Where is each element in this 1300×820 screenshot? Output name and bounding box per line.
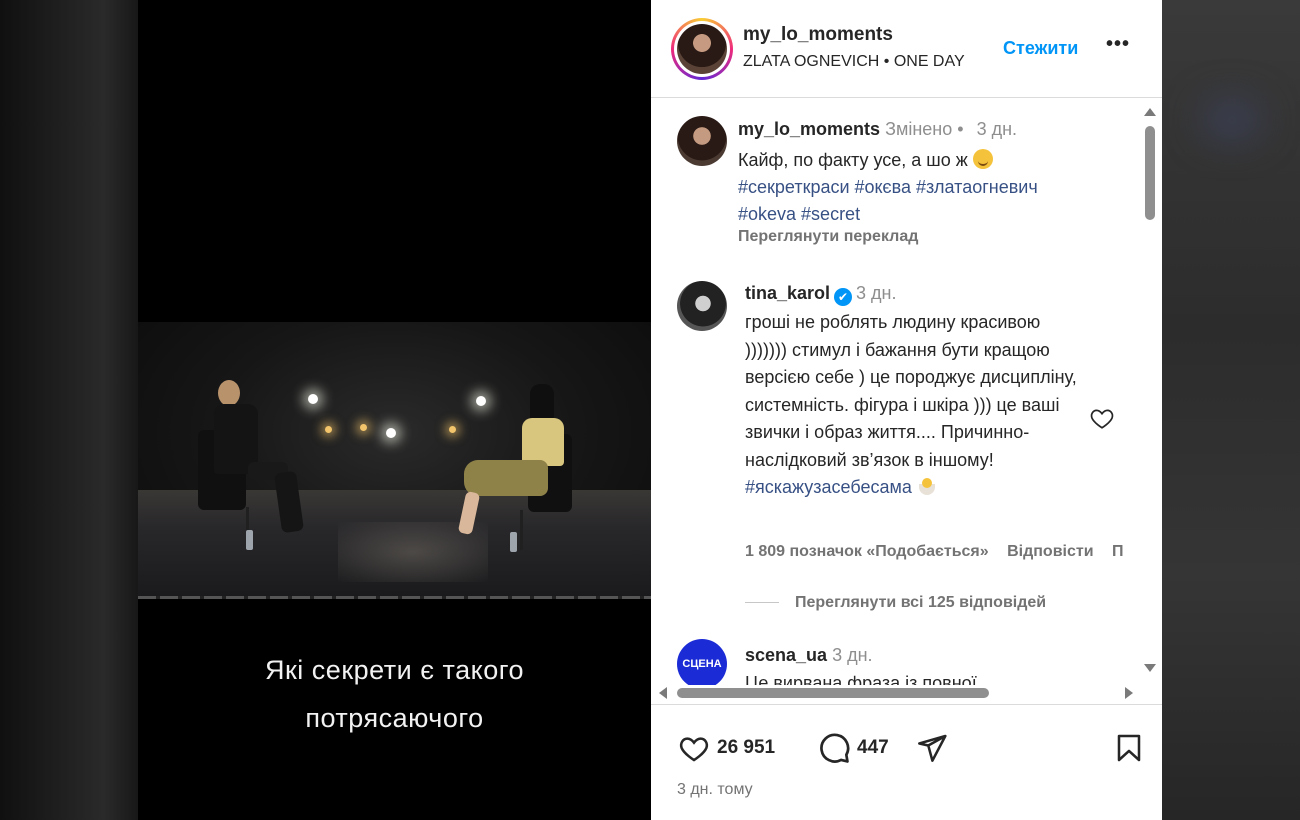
post-actions-bar: 26 951 447 3 дн. тому [651, 704, 1162, 820]
caption-text: Кайф, по факту усе, а шо ж [738, 150, 968, 170]
subtitle-line: Які секрети є такого [265, 655, 524, 685]
caption-hashtags[interactable]: #okeva #secret [738, 204, 860, 224]
share-action[interactable] [915, 731, 949, 765]
scroll-right-arrow-icon[interactable] [1125, 687, 1133, 699]
follow-button[interactable]: Стежити [1003, 38, 1078, 59]
comment-body: гроші не роблять людину красивою )))))))… [745, 312, 1077, 470]
verified-badge-icon: ✔ [834, 288, 853, 306]
caption-username[interactable]: my_lo_moments [738, 119, 880, 139]
water-bottle [510, 532, 517, 552]
smiling-face-emoji-icon [972, 149, 993, 169]
avatar-image [677, 24, 727, 74]
comment-username[interactable]: scena_ua [745, 645, 827, 665]
edited-label: Змінено [885, 119, 953, 139]
save-action[interactable] [1113, 731, 1145, 765]
separator-dot: • [957, 119, 964, 139]
post-header: my_lo_moments ZLATA OGNEVICH • ONE DAY С… [651, 0, 1162, 98]
post-side-panel: my_lo_moments ZLATA OGNEVICH • ONE DAY С… [651, 0, 1162, 820]
comment-header: scena_ua 3 дн. [745, 645, 873, 666]
reply-button[interactable]: Відповісти [1007, 543, 1093, 560]
caption-hashtags[interactable]: #секреткраси #окєва #златаогневич [738, 177, 1038, 197]
comments-section[interactable]: my_lo_moments Змінено • 3 дн. Кайф, по ф… [651, 99, 1162, 685]
heart-icon[interactable] [677, 732, 711, 764]
scroll-left-arrow-icon[interactable] [659, 687, 667, 699]
bookmark-icon[interactable] [1113, 731, 1145, 765]
comment-username[interactable]: tina_karol [745, 283, 830, 303]
scrollbar-thumb[interactable] [1145, 126, 1155, 220]
horizontal-scrollbar[interactable] [657, 685, 1141, 701]
comment-time[interactable]: 3 дн. [832, 645, 872, 665]
person-left-head [218, 380, 240, 406]
stage-light [476, 396, 486, 406]
share-paper-plane-icon[interactable] [915, 732, 949, 764]
background-blur [1202, 100, 1262, 140]
comment-text: Це вирвана фраза із повної [745, 673, 977, 685]
stage-light [386, 428, 396, 438]
page-backdrop-right [1162, 0, 1300, 820]
caption-avatar[interactable] [677, 116, 727, 166]
comment-action[interactable]: 447 [817, 731, 889, 765]
caption-text-block: Кайф, по факту усе, а шо ж #секреткраси … [738, 147, 1118, 228]
video-frame [138, 322, 651, 598]
stage-light [325, 426, 332, 433]
post-time-ago[interactable]: 3 дн. тому [677, 781, 753, 799]
vertical-scrollbar[interactable] [1142, 104, 1158, 678]
view-replies-button[interactable]: Переглянути всі 125 відповідей [745, 594, 1046, 612]
chair-leg [520, 510, 523, 550]
post-modal: Які секрети є такого потрясаючого my_lo_… [138, 0, 1162, 820]
post-media[interactable]: Які секрети є такого потрясаючого [138, 0, 651, 820]
like-action[interactable]: 26 951 [677, 731, 775, 765]
see-translation-button[interactable]: Переглянути переклад [738, 228, 918, 246]
comment-avatar[interactable]: СЦЕНА [677, 639, 727, 685]
comments-count[interactable]: 447 [857, 737, 889, 759]
replies-divider-line [745, 602, 779, 604]
comment-bubble-icon[interactable] [817, 731, 851, 765]
comment-header: tina_karol ✔ 3 дн. [745, 283, 897, 306]
caption-time[interactable]: 3 дн. [977, 119, 1017, 139]
view-replies-label[interactable]: Переглянути всі 125 відповідей [795, 594, 1046, 611]
person-right-body [522, 418, 564, 466]
comment-hashtag[interactable]: #яскажузасебесама [745, 477, 912, 497]
video-subtitle: Які секрети є такого потрясаючого [138, 646, 651, 742]
author-username[interactable]: my_lo_moments [743, 24, 893, 46]
comment-avatar[interactable] [677, 281, 727, 331]
person-right-skirt [464, 460, 548, 496]
comment-actions: 1 809 позначок «Подобається» Відповісти … [745, 543, 1138, 561]
stage-light [308, 394, 318, 404]
hatching-chick-emoji-icon [917, 476, 937, 496]
audio-subtitle[interactable]: ZLATA OGNEVICH • ONE DAY [743, 53, 965, 71]
scroll-up-arrow-icon[interactable] [1144, 108, 1156, 116]
scroll-down-arrow-icon[interactable] [1144, 664, 1156, 672]
scrollbar-thumb[interactable] [677, 688, 989, 698]
water-bottle [246, 530, 253, 550]
author-avatar[interactable] [671, 18, 733, 80]
more-options-icon[interactable]: ••• [1106, 33, 1130, 56]
stage-light [360, 424, 367, 431]
caption-header: my_lo_moments Змінено • 3 дн. [738, 119, 1017, 140]
like-comment-heart-icon[interactable] [1089, 405, 1115, 431]
comment-text: гроші не роблять людину красивою )))))))… [745, 309, 1085, 502]
comment-time[interactable]: 3 дн. [856, 283, 896, 303]
stage-light [449, 426, 456, 433]
likes-count[interactable]: 26 951 [717, 737, 775, 759]
avatar-ring [674, 21, 730, 77]
subtitle-line: потрясаючого [305, 703, 484, 733]
comment-likes-count[interactable]: 1 809 позначок «Подобається» [745, 543, 989, 560]
truncated-action: П [1112, 543, 1124, 560]
video-edge-strip [138, 596, 651, 599]
